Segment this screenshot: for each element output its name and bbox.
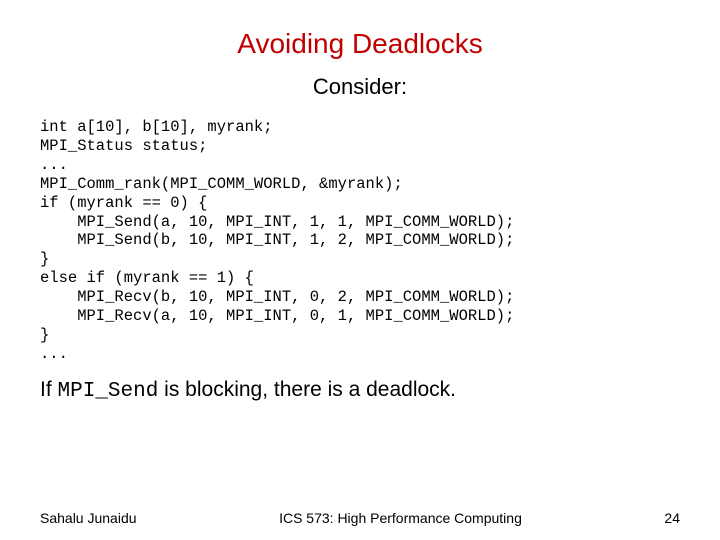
- slide-title: Avoiding Deadlocks: [40, 28, 680, 60]
- note-prefix: If: [40, 378, 58, 401]
- note-text: If MPI_Send is blocking, there is a dead…: [40, 378, 680, 403]
- code-block: int a[10], b[10], myrank; MPI_Status sta…: [40, 118, 680, 364]
- slide-subtitle: Consider:: [40, 74, 680, 100]
- footer-author: Sahalu Junaidu: [40, 510, 137, 526]
- note-code: MPI_Send: [58, 380, 159, 403]
- footer: Sahalu Junaidu ICS 573: High Performance…: [0, 510, 720, 526]
- note-suffix: is blocking, there is a deadlock.: [158, 378, 456, 401]
- footer-page-number: 24: [664, 510, 680, 526]
- footer-course: ICS 573: High Performance Computing: [137, 510, 665, 526]
- slide: Avoiding Deadlocks Consider: int a[10], …: [0, 0, 720, 540]
